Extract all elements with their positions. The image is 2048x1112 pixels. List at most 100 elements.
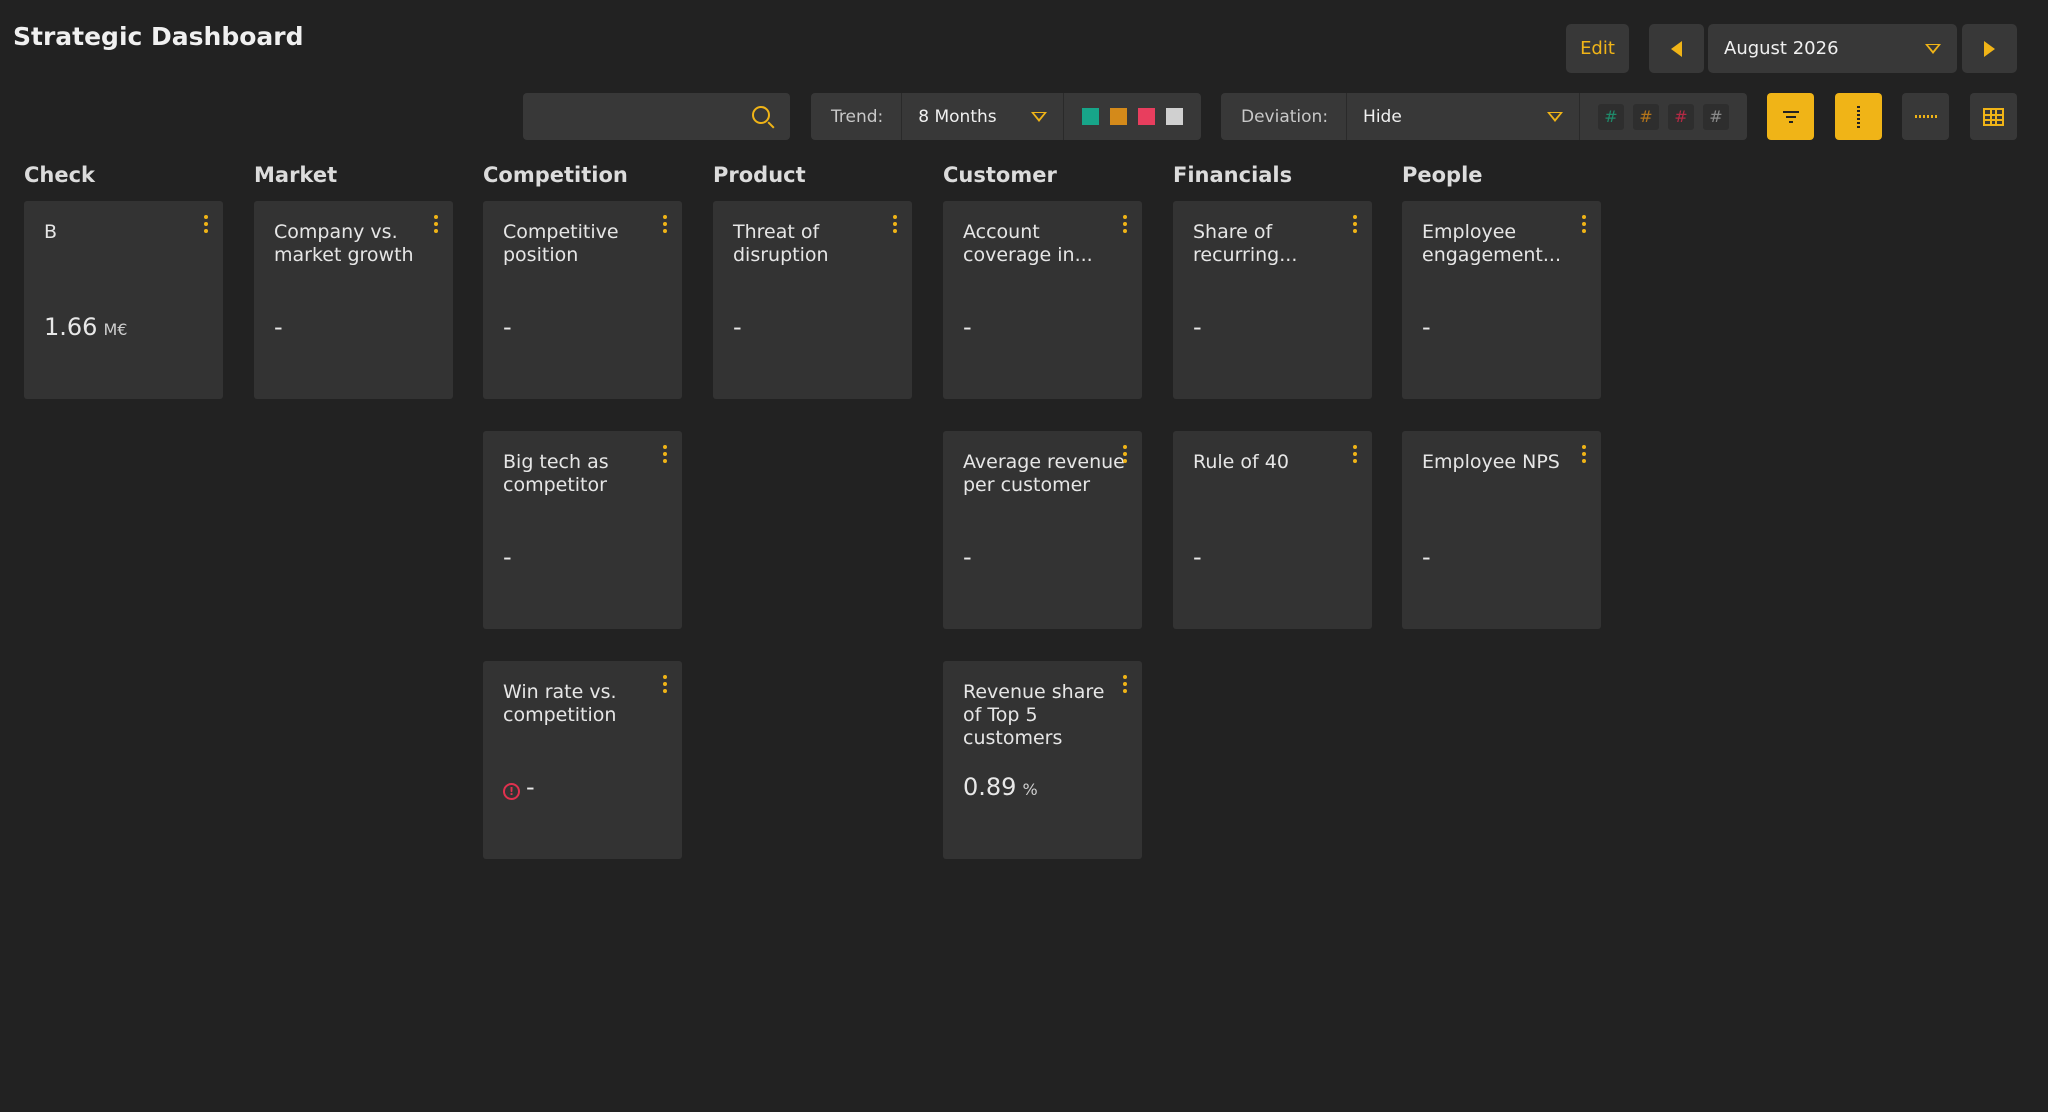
deviation-hash-toggle[interactable]: #	[1598, 103, 1624, 130]
trend-color-swatch[interactable]	[1110, 108, 1127, 125]
horizontal-layout-button[interactable]	[1902, 93, 1949, 140]
kpi-card-value: -	[963, 313, 972, 341]
kpi-card-value-row: -	[1193, 543, 1202, 571]
column-header: Financials	[1173, 163, 1293, 187]
deviation-hash-toggle[interactable]: #	[1703, 103, 1729, 130]
kpi-card-value-row: -	[1193, 313, 1202, 341]
trend-color-swatch[interactable]	[1166, 108, 1183, 125]
deviation-select[interactable]: Hide	[1347, 93, 1580, 140]
trend-label: Trend:	[811, 93, 903, 140]
trend-color-legend	[1064, 108, 1201, 125]
chevron-down-icon	[1031, 111, 1047, 122]
table-view-button[interactable]	[1970, 93, 2017, 140]
trend-color-swatch[interactable]	[1138, 108, 1155, 125]
kpi-card-value: -	[503, 543, 512, 571]
more-options-icon[interactable]	[433, 215, 438, 233]
table-icon	[1983, 107, 2004, 126]
kpi-card-value: -	[1422, 543, 1431, 571]
kpi-card[interactable]: Company vs. market growth -	[254, 201, 453, 399]
search-icon[interactable]	[752, 106, 770, 124]
kpi-card-value-row: -	[963, 543, 972, 571]
kpi-card-title: Rule of 40	[1193, 451, 1289, 473]
trend-control: Trend: 8 Months	[811, 93, 1201, 140]
kpi-card-unit: M€	[103, 320, 128, 339]
kpi-card[interactable]: Big tech as competitor -	[483, 431, 682, 629]
kpi-card-value: -	[1422, 313, 1431, 341]
kpi-card-value-row: 0.89%	[963, 773, 1038, 801]
edit-button[interactable]: Edit	[1566, 24, 1629, 73]
more-options-icon[interactable]	[1581, 215, 1586, 233]
next-month-button[interactable]	[1962, 24, 2017, 73]
kpi-card-value-row: -	[503, 543, 512, 571]
search-input[interactable]	[523, 93, 743, 140]
page-title: Strategic Dashboard	[13, 22, 304, 51]
deviation-label: Deviation:	[1221, 93, 1348, 140]
kpi-card-value-row: -	[1422, 543, 1431, 571]
kpi-card-title: Threat of disruption	[733, 221, 829, 266]
kpi-card-value-row: -	[733, 313, 742, 341]
more-options-icon[interactable]	[662, 215, 667, 233]
kpi-card-value-row: 1.66 M€	[44, 313, 127, 341]
filter-icon	[1782, 110, 1800, 124]
trend-color-swatch[interactable]	[1082, 108, 1099, 125]
kpi-card[interactable]: Employee NPS -	[1402, 431, 1601, 629]
more-options-icon[interactable]	[203, 215, 208, 233]
kpi-card-title: Win rate vs. competition	[503, 681, 617, 726]
kpi-card-value: -	[733, 313, 742, 341]
kpi-card-value: -	[526, 773, 535, 801]
kpi-card[interactable]: Account coverage in... -	[943, 201, 1142, 399]
kpi-card-title: Average revenue per customer	[963, 451, 1125, 496]
deviation-select-value: Hide	[1363, 106, 1402, 127]
arrow-right-icon	[1984, 40, 1995, 57]
horizontal-dots-icon	[1914, 115, 1937, 118]
kpi-card[interactable]: Competitive position -	[483, 201, 682, 399]
kpi-card-title: Employee NPS	[1422, 451, 1560, 473]
filter-button[interactable]	[1767, 93, 1814, 140]
kpi-card[interactable]: Threat of disruption -	[713, 201, 912, 399]
column-header: Competition	[483, 163, 628, 187]
kpi-card-value-row: -	[1422, 313, 1431, 341]
kpi-card[interactable]: Win rate vs. competition! -	[483, 661, 682, 859]
kpi-card-title: B	[44, 221, 58, 243]
kpi-card-title: Company vs. market growth	[274, 221, 414, 266]
trend-select[interactable]: 8 Months	[902, 93, 1064, 140]
kpi-card[interactable]: Revenue share of Top 5 customers 0.89%	[943, 661, 1142, 859]
more-options-icon[interactable]	[1581, 445, 1586, 463]
more-options-icon[interactable]	[1122, 445, 1127, 463]
kpi-card-value: 0.89	[963, 773, 1017, 801]
chevron-down-icon	[1547, 111, 1563, 122]
previous-month-button[interactable]	[1649, 24, 1704, 73]
kpi-card-value: -	[1193, 313, 1202, 341]
more-options-icon[interactable]	[1352, 215, 1357, 233]
month-select[interactable]: August 2026	[1708, 24, 1957, 73]
kpi-card[interactable]: Employee engagement... -	[1402, 201, 1601, 399]
more-options-icon[interactable]	[1352, 445, 1357, 463]
kpi-card-value: -	[1193, 543, 1202, 571]
kpi-card-value: 1.66	[44, 313, 98, 341]
column-header: Product	[713, 163, 806, 187]
deviation-hash-toggle[interactable]: #	[1668, 103, 1694, 130]
more-options-icon[interactable]	[1122, 215, 1127, 233]
chevron-down-icon	[1925, 43, 1941, 54]
kpi-card[interactable]: Rule of 40 -	[1173, 431, 1372, 629]
vertical-layout-button[interactable]	[1835, 93, 1882, 140]
arrow-left-icon	[1671, 40, 1682, 57]
deviation-control: Deviation: Hide # # # #	[1221, 93, 1747, 140]
kpi-card-value: -	[274, 313, 283, 341]
kpi-card[interactable]: Average revenue per customer -	[943, 431, 1142, 629]
deviation-hash-toggle[interactable]: #	[1633, 103, 1659, 130]
more-options-icon[interactable]	[662, 675, 667, 693]
kpi-card-title: Revenue share of Top 5 customers	[963, 681, 1105, 749]
column-header: Check	[24, 163, 96, 187]
kpi-card-title: Big tech as competitor	[503, 451, 609, 496]
more-options-icon[interactable]	[892, 215, 897, 233]
vertical-dots-icon	[1857, 105, 1860, 128]
column-header: Customer	[943, 163, 1057, 187]
kpi-card[interactable]: B 1.66 M€	[24, 201, 223, 399]
kpi-card-value-row: -	[274, 313, 283, 341]
kpi-card[interactable]: Share of recurring... -	[1173, 201, 1372, 399]
more-options-icon[interactable]	[662, 445, 667, 463]
kpi-card-value: -	[503, 313, 512, 341]
kpi-card-value: -	[963, 543, 972, 571]
more-options-icon[interactable]	[1122, 675, 1127, 693]
